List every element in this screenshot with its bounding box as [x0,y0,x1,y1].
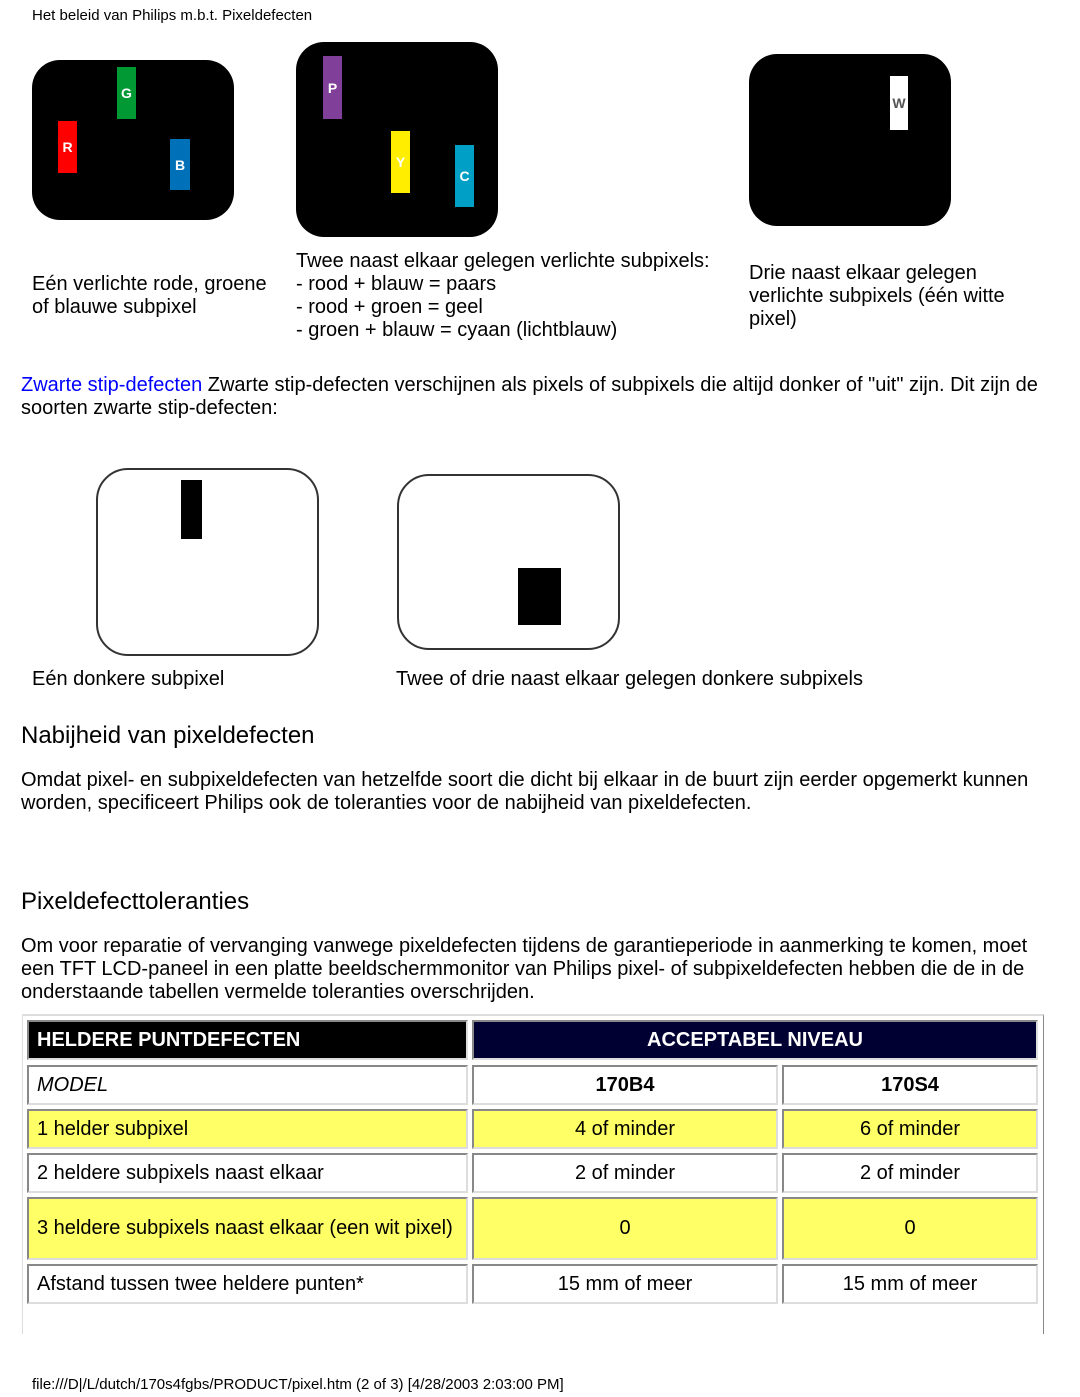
one-dark-subpixel-image [96,468,319,656]
caption-line: - rood + groen = geel [296,296,483,318]
blue-subpixel: B [170,139,190,190]
header-left: HELDERE PUNTDEFECTEN [27,1020,468,1060]
row-value: 6 of minder [782,1109,1038,1149]
row-label: 3 heldere subpixels naast elkaar (een wi… [27,1197,468,1260]
purple-subpixel: P [323,56,342,119]
two-dark-subpixels-image [397,474,620,650]
dark-subpixels [518,568,561,625]
row-value: 0 [472,1197,778,1260]
tolerances-text: Om voor reparatie of vervanging vanwege … [21,935,1028,1003]
caption-line: Twee naast elkaar gelegen verlichte subp… [296,250,710,272]
two-bright-subpixels-image: P Y C [296,42,498,237]
page-header: Het beleid van Philips m.b.t. Pixeldefec… [32,7,313,24]
row-value: 15 mm of meer [782,1264,1038,1304]
row-label: Afstand tussen twee heldere punten* [27,1264,468,1304]
cyan-subpixel: C [455,145,474,207]
black-dot-paragraph: Zwarte stip-defecten Zwarte stip-defecte… [21,374,1051,420]
row-value: 2 of minder [782,1153,1038,1193]
red-subpixel: R [58,121,77,173]
row-value: 0 [782,1197,1038,1260]
caption-one-bright: Eén verlichte rode, groene of blauwe sub… [32,273,267,318]
three-bright-subpixels-image: W [749,54,951,226]
green-subpixel: G [117,67,136,119]
proximity-heading: Nabijheid van pixeldefecten [21,722,315,749]
row-value: 2 of minder [472,1153,778,1193]
row-value: 4 of minder [472,1109,778,1149]
proximity-text: Omdat pixel- en subpixeldefecten van het… [21,769,1029,814]
row-label: 1 helder subpixel [27,1109,468,1149]
row-label: 2 heldere subpixels naast elkaar [27,1153,468,1193]
caption-three-bright: Drie naast elkaar gelegen verlichte subp… [749,262,1005,330]
caption-one-dark: Eén donkere subpixel [32,668,225,690]
model-label: MODEL [27,1065,468,1105]
model-170s4: 170S4 [782,1065,1038,1105]
yellow-subpixel: Y [391,131,410,193]
white-pixel: W [890,76,908,130]
page-footer: file:///D|/L/dutch/170s4fgbs/PRODUCT/pix… [32,1376,564,1393]
model-170b4: 170B4 [472,1065,778,1105]
caption-line: - rood + blauw = paars [296,273,497,295]
tolerance-table: HELDERE PUNTDEFECTEN ACCEPTABEL NIVEAU M… [22,1014,1044,1334]
one-bright-subpixel-image: R G B [32,60,234,220]
tolerances-heading: Pixeldefecttoleranties [21,888,250,915]
dark-subpixel [181,480,202,539]
caption-line: - groen + blauw = cyaan (lichtblauw) [296,319,618,341]
black-dot-link[interactable]: Zwarte stip-defecten [21,374,202,396]
caption-two-bright: Twee naast elkaar gelegen verlichte subp… [296,250,710,342]
row-value: 15 mm of meer [472,1264,778,1304]
caption-two-dark: Twee of drie naast elkaar gelegen donker… [396,668,863,690]
header-right: ACCEPTABEL NIVEAU [472,1020,1038,1060]
